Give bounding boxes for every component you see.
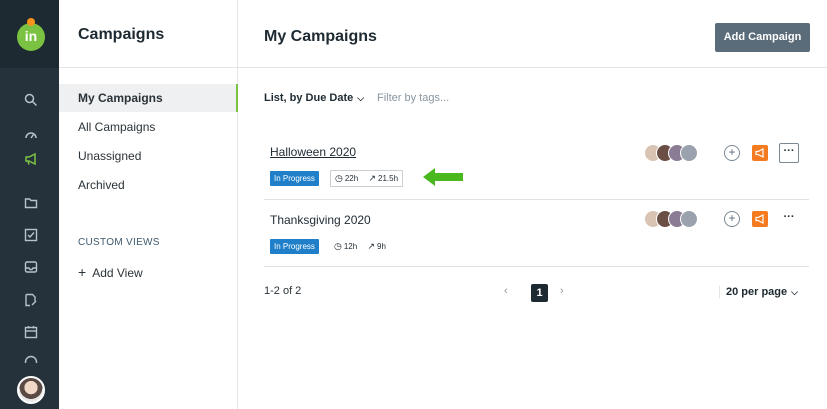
sidebar-item-unassigned[interactable]: Unassigned — [59, 142, 238, 170]
sidebar-item-archived[interactable]: Archived — [59, 171, 238, 199]
status-badge: In Progress — [270, 239, 319, 254]
pointer-arrow-icon — [423, 168, 463, 186]
checkbox-icon[interactable] — [24, 228, 38, 242]
page-title: My Campaigns — [264, 28, 377, 45]
clock-icon: ◷ — [334, 241, 342, 251]
member-avatars[interactable] — [644, 210, 704, 228]
more-options-button[interactable]: ··· — [779, 143, 799, 163]
megaphone-icon[interactable] — [752, 211, 768, 227]
more-icon[interactable] — [24, 355, 38, 363]
sidebar-title: Campaigns — [78, 26, 165, 43]
time-logged: 22h — [344, 174, 359, 183]
add-view-button[interactable]: + Add View — [78, 264, 143, 280]
campaign-name-link[interactable]: Thanksgiving 2020 — [270, 213, 371, 227]
chevron-down-icon: ⌵ — [357, 93, 365, 103]
folder-icon[interactable] — [24, 196, 38, 210]
sidebar-header: Campaigns — [59, 0, 237, 68]
estimate-icon: ↗ — [367, 241, 375, 251]
campaigns-sidebar: Campaigns My Campaigns All Campaigns Una… — [59, 0, 238, 409]
calendar-icon[interactable] — [24, 325, 38, 339]
status-badge: In Progress — [270, 171, 319, 186]
time-stats[interactable]: ◷ 12h ↗ 9h — [330, 239, 390, 256]
megaphone-icon[interactable] — [24, 152, 38, 166]
row-divider — [264, 266, 809, 267]
app-logo[interactable]: in — [17, 23, 45, 51]
current-page[interactable]: 1 — [531, 284, 548, 302]
search-icon[interactable] — [24, 93, 38, 107]
time-estimated: 21.5h — [378, 174, 399, 183]
add-member-button[interactable]: + — [724, 145, 740, 161]
custom-views-heading: CUSTOM VIEWS — [78, 237, 160, 248]
estimate-icon: ↗ — [368, 173, 376, 183]
inbox-icon[interactable] — [24, 260, 38, 274]
sidebar-item-my-campaigns[interactable]: My Campaigns — [59, 84, 238, 112]
member-avatars[interactable] — [644, 144, 704, 162]
main-panel: My Campaigns Add Campaign List, by Due D… — [238, 0, 827, 409]
logo-dot — [27, 18, 35, 26]
per-page-dropdown[interactable]: 20 per page ⌵ — [719, 286, 798, 298]
chevron-down-icon: ⌵ — [791, 287, 798, 297]
more-options-button[interactable]: ··· — [779, 209, 799, 229]
sort-dropdown[interactable]: List, by Due Date ⌵ — [264, 92, 364, 104]
time-stats[interactable]: ◷ 22h ↗ 21.5h — [330, 170, 404, 187]
app-rail: in — [0, 0, 59, 409]
add-view-label: Add View — [92, 266, 143, 280]
clock-icon: ◷ — [335, 173, 343, 183]
per-page-label: 20 per page — [726, 286, 788, 298]
main-header: My Campaigns Add Campaign — [238, 0, 827, 68]
campaign-row[interactable]: Thanksgiving 2020 In Progress ◷ 12h ↗ 9h +… — [264, 200, 809, 266]
content-icon[interactable] — [24, 293, 38, 307]
plus-icon: + — [78, 264, 87, 280]
time-logged: 12h — [343, 242, 358, 251]
rail-logo-area: in — [0, 0, 59, 68]
next-page-button[interactable]: › — [560, 285, 564, 297]
time-estimated: 9h — [377, 242, 386, 251]
avatar — [680, 210, 698, 228]
dashboard-icon[interactable] — [24, 128, 38, 142]
user-avatar[interactable] — [17, 376, 45, 404]
avatar — [680, 144, 698, 162]
result-count: 1-2 of 2 — [264, 285, 302, 297]
add-member-button[interactable]: + — [724, 211, 740, 227]
tag-filter-input[interactable]: Filter by tags... — [377, 92, 449, 104]
campaign-name-link[interactable]: Halloween 2020 — [270, 145, 356, 159]
sidebar-item-all-campaigns[interactable]: All Campaigns — [59, 113, 238, 141]
campaign-row[interactable]: Halloween 2020 In Progress ◷ 22h ↗ 21.5h +… — [264, 134, 809, 200]
megaphone-icon[interactable] — [752, 145, 768, 161]
sort-label: List, by Due Date — [264, 92, 354, 104]
prev-page-button[interactable]: ‹ — [504, 285, 508, 297]
add-campaign-button[interactable]: Add Campaign — [715, 23, 810, 52]
